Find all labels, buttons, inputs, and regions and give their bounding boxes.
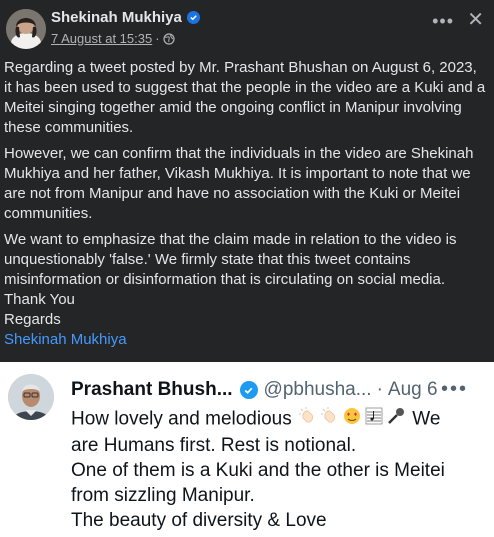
tweet-screenshot: Prashant Bhush... @pbhusha... · Aug 6 ••… <box>0 362 494 537</box>
close-icon[interactable]: ✕ <box>467 10 484 30</box>
tweet-more-icon: ••• <box>440 378 468 400</box>
tweet-handle: @pbhusha... <box>263 379 372 400</box>
more-options-icon[interactable]: ••• <box>432 12 454 30</box>
tweet-text: How lovely and melodious We are Humans f… <box>71 406 481 533</box>
clapping-hands-icon <box>298 406 318 433</box>
verified-badge-icon <box>239 381 258 399</box>
verified-badge-icon <box>186 11 200 24</box>
tweet-line-4: from sizzling Manipur. <box>71 485 255 506</box>
tweet-author-avatar <box>8 374 54 420</box>
tweet-line-5: The beauty of diversity & Love <box>71 510 327 531</box>
tweet-line-1-tail: We <box>412 408 441 430</box>
post-paragraph-2: However, we can confirm that the individ… <box>4 145 474 222</box>
globe-icon[interactable] <box>162 32 175 45</box>
face-with-heart-eyes-icon <box>342 406 362 433</box>
post-paragraph-1: Regarding a tweet posted by Mr. Prashant… <box>4 59 486 136</box>
tweet-line-2: are Humans first. Rest is notional. <box>71 435 357 456</box>
tweet-author-name: Prashant Bhush... <box>71 379 233 400</box>
post-body: Regarding a tweet posted by Mr. Prashant… <box>4 58 488 350</box>
tweet-line-1: How lovely and melodious <box>71 408 292 430</box>
post-paragraph-3: We want to emphasize that the claim made… <box>4 231 457 288</box>
post-thanks: Thank You <box>4 291 75 308</box>
musical-score-icon <box>364 406 384 433</box>
author-name[interactable]: Shekinah Mukhiya <box>51 9 182 26</box>
post-timestamp[interactable]: 7 August at 15:35 <box>51 31 152 46</box>
clapping-hands-icon <box>320 406 340 433</box>
tweet-separator: · <box>376 379 383 400</box>
signature-link[interactable]: Shekinah Mukhiya <box>4 330 488 350</box>
tweet-date: Aug 6 <box>387 379 438 400</box>
meta-separator: · <box>155 31 160 46</box>
post-regards: Regards <box>4 311 61 328</box>
facebook-post: Shekinah Mukhiya 7 August at 15:35 · •••… <box>0 0 494 362</box>
author-avatar[interactable] <box>6 9 46 49</box>
microphone-icon <box>386 406 406 433</box>
tweet-line-3: One of them is a Kuki and the other is M… <box>71 460 445 481</box>
